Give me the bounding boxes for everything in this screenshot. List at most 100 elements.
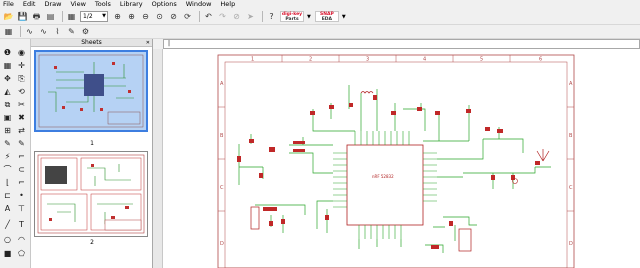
bus-tool-icon[interactable]: ⊏ — [2, 191, 13, 201]
frame-row-d-right: D — [569, 241, 573, 247]
value-icon[interactable]: ✎ — [16, 139, 27, 149]
sheet-1-preview — [38, 54, 144, 128]
open-icon[interactable]: 📂 — [3, 11, 14, 22]
label-icon[interactable]: ✎ — [66, 26, 77, 37]
net-tool-icon[interactable]: ⌐ — [16, 178, 27, 188]
redo-icon[interactable]: ↷ — [217, 11, 228, 22]
menu-library[interactable]: Library — [120, 0, 143, 9]
net-icon[interactable]: ∿ — [38, 26, 49, 37]
chevron-down-icon[interactable]: ▼ — [307, 14, 311, 20]
invoke-icon[interactable]: ⊂ — [16, 165, 27, 175]
frame-col-4: 4 — [423, 57, 426, 63]
zoom-fit-icon[interactable]: ⊕ — [112, 11, 123, 22]
frame-row-b-right: B — [569, 133, 573, 139]
digikey-button[interactable]: digi-key Parts — [280, 11, 304, 22]
zoom-out-icon[interactable]: ⊖ — [140, 11, 151, 22]
sheet-thumbnail-1[interactable] — [34, 50, 148, 132]
frame-col-5: 5 — [480, 57, 483, 63]
toolbar-separator — [20, 26, 21, 37]
line-icon[interactable]: ╱ — [2, 220, 13, 230]
menu-file[interactable]: File — [3, 0, 14, 9]
polygon-icon[interactable]: ⬠ — [16, 249, 27, 259]
wire-tool-icon[interactable]: ⌊ — [2, 178, 13, 188]
display-icon[interactable]: ▦ — [2, 61, 13, 71]
stop-icon[interactable]: ⊘ — [231, 11, 242, 22]
frame-dividers — [218, 55, 574, 212]
sheet-2-number: 2 — [90, 239, 94, 246]
menu-window[interactable]: Window — [186, 0, 212, 9]
frame-inner — [224, 61, 568, 268]
menu-draw[interactable]: Draw — [44, 0, 61, 9]
menu-view[interactable]: View — [70, 0, 85, 9]
command-line-input[interactable] — [163, 39, 640, 49]
frame-outer — [217, 54, 575, 268]
zoom-select-icon[interactable]: ⊙ — [154, 11, 165, 22]
paste-icon[interactable]: ▣ — [2, 113, 13, 123]
inductor — [360, 91, 374, 94]
sheets-scrollbar[interactable] — [153, 49, 163, 268]
zoom-prev-icon[interactable]: ⊘ — [168, 11, 179, 22]
connector-left — [250, 206, 260, 230]
label-tool-icon[interactable]: A — [2, 204, 13, 214]
close-icon[interactable]: ✕ — [146, 39, 150, 47]
junction-icon[interactable]: • — [16, 191, 27, 201]
sheet-2-preview — [37, 154, 145, 234]
add-icon[interactable]: ⊞ — [2, 126, 13, 136]
save-icon[interactable]: 💾 — [17, 11, 28, 22]
bus-icon[interactable]: ⌇ — [52, 26, 63, 37]
mirror-icon[interactable]: ◭ — [2, 87, 13, 97]
zoom-in-icon[interactable]: ⊕ — [126, 11, 137, 22]
name-icon[interactable]: ✎ — [2, 139, 13, 149]
menu-edit[interactable]: Edit — [23, 0, 36, 9]
menu-options[interactable]: Options — [152, 0, 177, 9]
connector-right — [458, 228, 472, 252]
frame-row-c: C — [220, 185, 224, 191]
mark-icon[interactable]: ✛ — [16, 61, 27, 71]
menu-tools[interactable]: Tools — [95, 0, 111, 9]
show-icon[interactable]: ◉ — [16, 48, 27, 58]
attribute-icon[interactable]: ⊤ — [16, 204, 27, 214]
go-icon[interactable]: ➤ — [245, 11, 256, 22]
toolbar-separator — [262, 11, 263, 22]
frame-row-a-right: A — [569, 81, 573, 87]
sheet-select[interactable]: 1/2 ▼ — [80, 11, 108, 22]
chevron-down-icon[interactable]: ▼ — [342, 14, 346, 20]
menu-help[interactable]: Help — [220, 0, 235, 9]
cam-icon[interactable]: ▤ — [45, 11, 56, 22]
sheets-panel: Sheets ✕ 1 2 — [31, 39, 153, 268]
smash-icon[interactable]: ⚡ — [2, 152, 13, 162]
rect-icon[interactable]: ■ — [2, 249, 13, 259]
brand2-sub: EDA — [321, 16, 332, 22]
wire-icon[interactable]: ∿ — [24, 26, 35, 37]
snapeda-button[interactable]: SNAP EDA — [314, 11, 339, 22]
miter-icon[interactable]: ⌐ — [16, 152, 27, 162]
rotate-icon[interactable]: ⟲ — [16, 87, 27, 97]
sheets-panel-header: Sheets ✕ — [31, 39, 152, 47]
settings-icon[interactable]: ⚙ — [80, 26, 91, 37]
layout-icon[interactable]: ▦ — [66, 11, 77, 22]
schematic-canvas[interactable]: 1 2 3 4 5 6 A B C D A B C D nRF 52832 — [163, 49, 640, 268]
schematic-drawing: 1 2 3 4 5 6 A B C D A B C D nRF 52832 — [217, 54, 575, 268]
delete-icon[interactable]: ✖ — [16, 113, 27, 123]
text-icon[interactable]: T — [16, 220, 27, 230]
undo-icon[interactable]: ↶ — [203, 11, 214, 22]
grid-icon[interactable]: ▦ — [3, 26, 14, 37]
sheet-thumbnail-2[interactable] — [34, 151, 148, 237]
replace-icon[interactable]: ⇄ — [16, 126, 27, 136]
help-icon[interactable]: ? — [266, 11, 277, 22]
arc-icon[interactable]: ◠ — [16, 235, 27, 245]
cut-icon[interactable]: ✂ — [16, 100, 27, 110]
brand1-sub: Parts — [285, 16, 299, 22]
circle-icon[interactable]: ○ — [2, 235, 13, 245]
group-icon[interactable]: ⧉ — [2, 100, 13, 110]
main-ic[interactable]: nRF 52832 — [333, 131, 437, 239]
redraw-icon[interactable]: ⟳ — [182, 11, 193, 22]
eagle-window: File Edit Draw View Tools Library Option… — [0, 0, 640, 268]
frame-col-2: 2 — [309, 57, 312, 63]
split-icon[interactable]: ⌒ — [2, 165, 13, 175]
info-icon[interactable]: ❶ — [2, 48, 13, 58]
chevron-down-icon: ▼ — [102, 13, 106, 19]
print-icon[interactable]: 🖶 — [31, 11, 42, 22]
copy-icon[interactable]: ⎘ — [16, 74, 27, 84]
move-icon[interactable]: ✥ — [2, 74, 13, 84]
